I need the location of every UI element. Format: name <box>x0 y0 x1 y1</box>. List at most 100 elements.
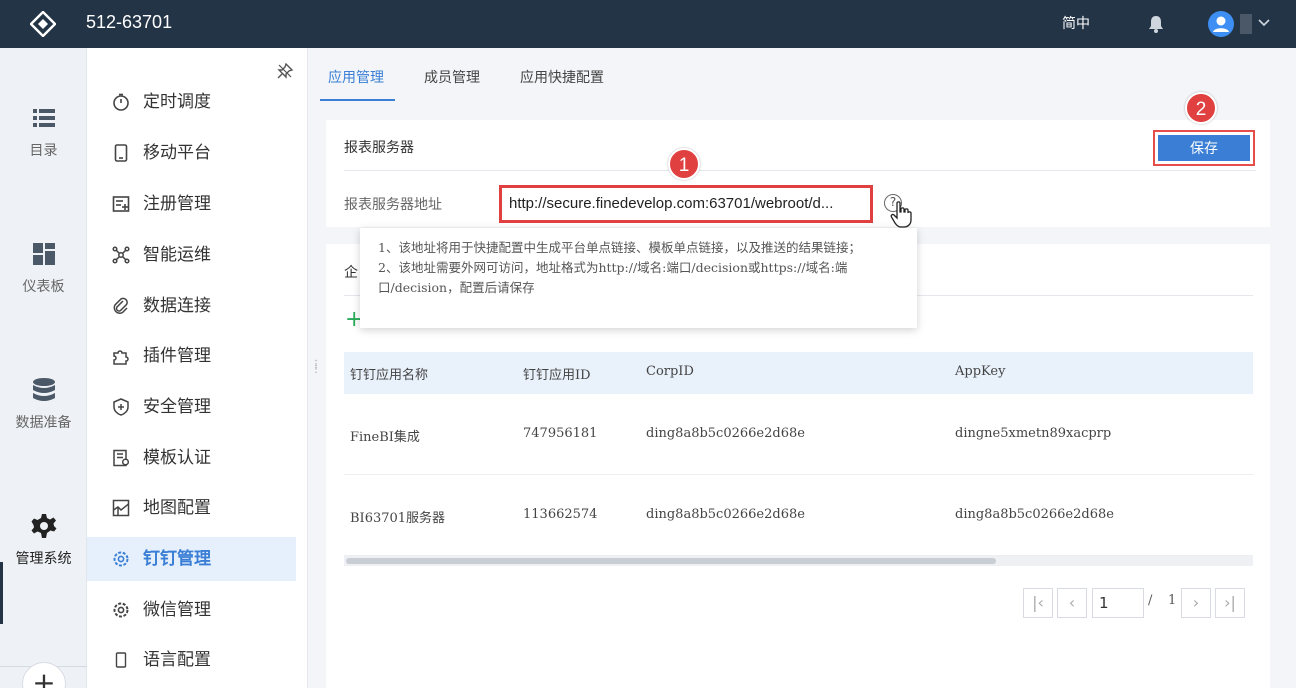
prev-page-button[interactable]: ‹ <box>1057 588 1087 618</box>
pin-icon[interactable] <box>276 62 294 80</box>
tooltip-line-1: 1、该地址将用于快捷配置中生成平台单点链接、模板单点链接，以及推送的结果链接； <box>378 240 861 255</box>
menu-item-label: 钉钉管理 <box>143 549 211 569</box>
menu-item-security[interactable]: 安全管理 <box>87 385 296 429</box>
shield-icon <box>113 398 129 416</box>
column-header: AppKey <box>955 364 1006 379</box>
user-name-redacted <box>1240 14 1252 34</box>
active-tab-indicator <box>320 99 395 101</box>
rail-item-management[interactable]: 管理系统 <box>0 512 87 568</box>
section-title: 报表服务器 <box>344 140 414 156</box>
table-cell: BI63701服务器 <box>350 511 446 526</box>
menu-item-template-auth[interactable]: 模板认证 <box>87 436 296 480</box>
page-number-input[interactable]: 1 <box>1092 588 1144 618</box>
rail-item-label: 管理系统 <box>15 551 72 567</box>
menu-item-label: 智能运维 <box>143 245 211 265</box>
tab-app-quick-config[interactable]: 应用快捷配置 <box>520 67 604 87</box>
last-page-button[interactable]: ›| <box>1215 588 1245 618</box>
gear-icon <box>31 514 56 538</box>
menu-item-dingtalk[interactable]: 钉钉管理 <box>87 537 296 581</box>
tab-app-management[interactable]: 应用管理 <box>328 67 384 87</box>
rail-item-label: 数据准备 <box>15 415 72 431</box>
menu-item-label: 定时调度 <box>143 92 211 112</box>
top-bar: 512-63701 简中 <box>0 0 1296 48</box>
column-header: 钉钉应用ID <box>523 368 591 383</box>
template-icon <box>113 449 130 467</box>
user-avatar[interactable] <box>1208 11 1234 37</box>
save-button[interactable]: 保存 <box>1158 135 1250 161</box>
menu-item-label: 模板认证 <box>143 448 211 468</box>
horizontal-scrollbar[interactable] <box>344 556 1253 566</box>
menu-item-plugins[interactable]: 插件管理 <box>87 334 296 378</box>
management-menu: 定时调度 移动平台 注册管理 智能运维 数据连接 插件管理 安全管理 模板认证 … <box>87 48 308 688</box>
list-icon <box>32 109 55 127</box>
first-page-button[interactable]: |‹ <box>1023 588 1053 618</box>
resize-handle[interactable]: ⋮ ⋮ <box>311 360 321 378</box>
tab-member-management[interactable]: 成员管理 <box>424 67 480 87</box>
menu-item-label: 插件管理 <box>143 346 211 366</box>
nav-rail: 目录 仪表板 数据准备 管理系统 <box>0 48 87 688</box>
next-page-button[interactable]: › <box>1181 588 1211 618</box>
map-icon <box>112 499 130 517</box>
app-title: 512-63701 <box>86 12 173 32</box>
language-switch[interactable]: 简中 <box>1062 13 1090 33</box>
page-separator: / <box>1148 593 1153 608</box>
help-tooltip: 1、该地址将用于快捷配置中生成平台单点链接、模板单点链接，以及推送的结果链接； … <box>360 228 917 328</box>
menu-item-label: 微信管理 <box>143 600 211 620</box>
table-row[interactable]: FineBI集成 747956181 ding8a8b5c0266e2d68e … <box>344 394 1253 475</box>
rail-item-label: 仪表板 <box>22 279 65 295</box>
menu-item-label: 移动平台 <box>143 143 211 163</box>
menu-item-map[interactable]: 地图配置 <box>87 486 296 530</box>
table-cell: ding8a8b5c0266e2d68e <box>646 507 805 522</box>
menu-item-ops[interactable]: 智能运维 <box>87 233 296 277</box>
rail-active-indicator <box>0 562 3 624</box>
table-cell: FineBI集成 <box>350 430 420 445</box>
divider <box>344 170 1256 171</box>
gear-icon <box>113 551 129 567</box>
timer-icon <box>113 93 129 111</box>
apps-section-title: 企 <box>344 265 358 281</box>
server-address-input[interactable]: http://secure.finedevelop.com:63701/webr… <box>503 189 869 219</box>
menu-item-language[interactable]: 语言配置 <box>87 638 296 682</box>
menu-item-mobile[interactable]: 移动平台 <box>87 131 296 175</box>
menu-item-label: 安全管理 <box>143 397 211 417</box>
server-address-label: 报表服务器地址 <box>344 197 442 213</box>
register-icon <box>112 196 130 212</box>
menu-item-label: 地图配置 <box>143 498 211 518</box>
user-icon <box>1213 16 1229 32</box>
annotation-badge-2: 2 <box>1185 92 1217 124</box>
tab-bar: 应用管理 成员管理 应用快捷配置 <box>320 48 1296 102</box>
annotation-badge-1: 1 <box>668 148 700 180</box>
table-row[interactable]: BI63701服务器 113662574 ding8a8b5c0266e2d68… <box>344 475 1253 556</box>
menu-item-label: 数据连接 <box>143 296 211 316</box>
language-icon <box>115 652 127 668</box>
tooltip-line-2: 2、该地址需要外网可访问，地址格式为http://域名:端口/decision或… <box>378 260 848 295</box>
menu-item-data-connection[interactable]: 数据连接 <box>87 284 296 328</box>
logo-icon[interactable] <box>30 11 56 37</box>
menu-item-schedule[interactable]: 定时调度 <box>87 80 296 124</box>
menu-item-label: 注册管理 <box>143 194 211 214</box>
rail-item-catalog[interactable]: 目录 <box>0 104 87 160</box>
chevron-down-icon[interactable] <box>1257 16 1271 30</box>
bell-icon[interactable] <box>1147 14 1165 34</box>
page-total: 1 <box>1168 593 1177 608</box>
database-icon <box>32 378 55 401</box>
link-icon <box>113 297 128 314</box>
menu-item-wechat[interactable]: 微信管理 <box>87 588 296 632</box>
scrollbar-thumb[interactable] <box>346 558 996 564</box>
menu-item-label: 语言配置 <box>143 650 211 670</box>
table-cell: ding8a8b5c0266e2d68e <box>955 507 1114 522</box>
table-header: 钉钉应用名称 钉钉应用ID CorpID AppKey <box>344 352 1253 394</box>
hand-cursor-icon <box>890 201 912 228</box>
column-header: 钉钉应用名称 <box>350 368 429 383</box>
rail-item-data-prep[interactable]: 数据准备 <box>0 376 87 432</box>
network-icon <box>112 246 130 264</box>
rail-item-label: 目录 <box>29 143 58 159</box>
table-cell: ding8a8b5c0266e2d68e <box>646 426 805 441</box>
table-cell: 747956181 <box>523 426 598 441</box>
rail-item-dashboard[interactable]: 仪表板 <box>0 240 87 296</box>
dashboard-icon <box>32 243 55 265</box>
table-cell: dingne5xmetn89xacprp <box>955 426 1112 441</box>
mobile-icon <box>114 144 128 162</box>
menu-item-register[interactable]: 注册管理 <box>87 182 296 226</box>
puzzle-icon <box>113 350 129 365</box>
